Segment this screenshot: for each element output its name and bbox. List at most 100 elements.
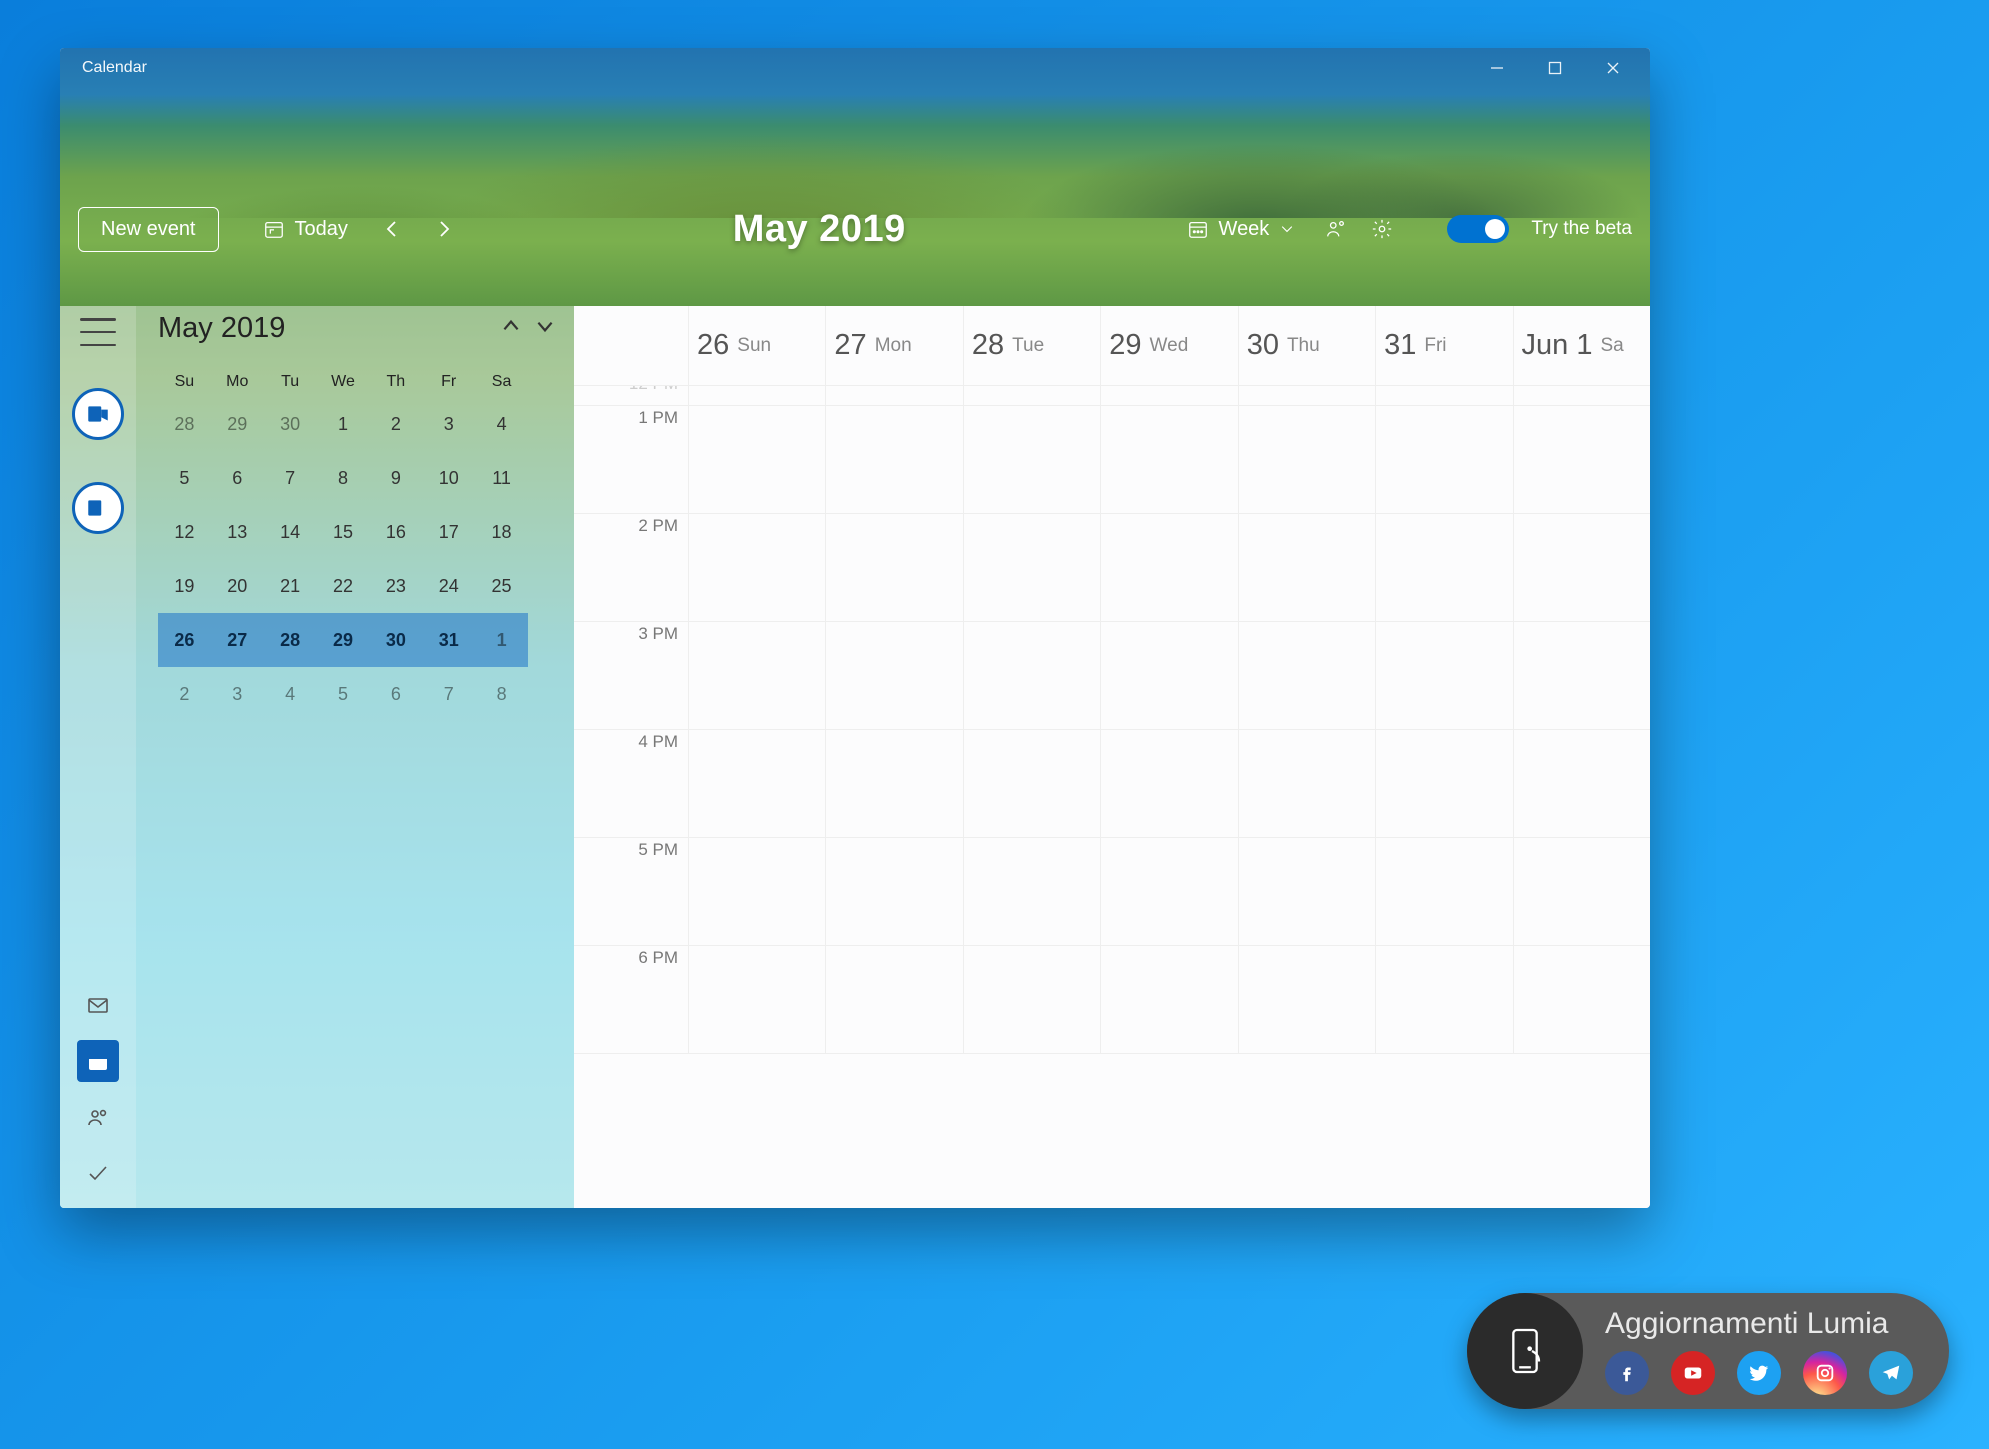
time-cell[interactable] [1100, 514, 1237, 621]
time-cell[interactable] [825, 514, 962, 621]
mini-cal-day[interactable]: 7 [264, 451, 317, 505]
next-button[interactable] [422, 207, 466, 251]
new-event-button[interactable]: New event [78, 207, 219, 252]
calendar-nav[interactable] [77, 1040, 119, 1082]
mini-cal-day[interactable]: 30 [264, 397, 317, 451]
mini-cal-day[interactable]: 5 [158, 451, 211, 505]
mini-cal-day[interactable]: 5 [317, 667, 370, 721]
mini-cal-day[interactable]: 31 [422, 613, 475, 667]
account-outlook[interactable] [72, 388, 124, 440]
mini-cal-day[interactable]: 6 [369, 667, 422, 721]
time-cell[interactable] [963, 514, 1100, 621]
today-button[interactable]: Today [249, 210, 362, 249]
time-cell[interactable] [1238, 514, 1375, 621]
mini-cal-day[interactable]: 29 [317, 613, 370, 667]
day-header[interactable]: 26Sun [688, 306, 825, 385]
mini-cal-day[interactable]: 23 [369, 559, 422, 613]
mini-cal-day[interactable]: 11 [475, 451, 528, 505]
time-cell[interactable] [1513, 838, 1650, 945]
mini-cal-day[interactable]: 19 [158, 559, 211, 613]
time-cell[interactable] [1238, 406, 1375, 513]
account-exchange[interactable]: E [72, 482, 124, 534]
mini-cal-day[interactable]: 12 [158, 505, 211, 559]
mini-cal-day[interactable]: 28 [264, 613, 317, 667]
time-cell[interactable] [1100, 946, 1237, 1053]
mini-cal-day[interactable]: 8 [475, 667, 528, 721]
mini-cal-day[interactable]: 25 [475, 559, 528, 613]
mini-cal-day[interactable]: 18 [475, 505, 528, 559]
share-button[interactable] [1317, 210, 1355, 248]
prev-button[interactable] [370, 207, 414, 251]
mini-cal-day[interactable]: 4 [475, 397, 528, 451]
view-selector[interactable]: Week [1173, 210, 1310, 249]
mini-cal-day[interactable]: 17 [422, 505, 475, 559]
mini-cal-day[interactable]: 8 [317, 451, 370, 505]
time-cell[interactable] [688, 838, 825, 945]
time-cell[interactable] [1375, 406, 1512, 513]
time-cell[interactable] [1513, 622, 1650, 729]
mini-cal-day[interactable]: 15 [317, 505, 370, 559]
people-nav[interactable] [77, 1096, 119, 1138]
day-header[interactable]: 27Mon [825, 306, 962, 385]
time-cell[interactable] [963, 838, 1100, 945]
mini-cal-day[interactable]: 2 [369, 397, 422, 451]
time-cell[interactable] [1375, 386, 1512, 405]
time-cell[interactable] [963, 622, 1100, 729]
time-cell[interactable] [825, 730, 962, 837]
mini-cal-day[interactable]: 30 [369, 613, 422, 667]
time-cell[interactable] [1513, 386, 1650, 405]
time-cell[interactable] [1100, 622, 1237, 729]
time-cell[interactable] [963, 946, 1100, 1053]
time-cell[interactable] [688, 946, 825, 1053]
minimize-button[interactable] [1468, 48, 1526, 88]
mini-cal-day[interactable]: 14 [264, 505, 317, 559]
time-cell[interactable] [963, 386, 1100, 405]
time-cell[interactable] [963, 730, 1100, 837]
time-cell[interactable] [1375, 730, 1512, 837]
mini-cal-day[interactable]: 7 [422, 667, 475, 721]
mini-cal-day[interactable]: 1 [475, 613, 528, 667]
close-button[interactable] [1584, 48, 1642, 88]
time-cell[interactable] [1238, 946, 1375, 1053]
mini-cal-day[interactable]: 24 [422, 559, 475, 613]
time-cell[interactable] [1375, 622, 1512, 729]
mini-cal-day[interactable]: 6 [211, 451, 264, 505]
time-cell[interactable] [825, 946, 962, 1053]
mini-cal-day[interactable]: 27 [211, 613, 264, 667]
mini-cal-day[interactable]: 13 [211, 505, 264, 559]
mini-cal-day[interactable]: 20 [211, 559, 264, 613]
day-header[interactable]: 28Tue [963, 306, 1100, 385]
facebook-icon[interactable] [1605, 1351, 1649, 1395]
youtube-icon[interactable] [1671, 1351, 1715, 1395]
time-cell[interactable] [1513, 946, 1650, 1053]
maximize-button[interactable] [1526, 48, 1584, 88]
time-cell[interactable] [825, 386, 962, 405]
time-cell[interactable] [688, 622, 825, 729]
settings-button[interactable] [1363, 210, 1401, 248]
time-cell[interactable] [1238, 730, 1375, 837]
beta-toggle[interactable] [1447, 215, 1509, 243]
time-grid[interactable]: 12 PM1 PM2 PM3 PM4 PM5 PM6 PM [574, 386, 1650, 1208]
mini-cal-next[interactable] [534, 315, 556, 342]
time-cell[interactable] [1375, 946, 1512, 1053]
mini-cal-day[interactable]: 3 [422, 397, 475, 451]
todo-nav[interactable] [77, 1152, 119, 1194]
mini-cal-day[interactable]: 26 [158, 613, 211, 667]
telegram-icon[interactable] [1869, 1351, 1913, 1395]
day-header[interactable]: 31Fri [1375, 306, 1512, 385]
time-cell[interactable] [1375, 514, 1512, 621]
time-cell[interactable] [1513, 514, 1650, 621]
day-header[interactable]: 29Wed [1100, 306, 1237, 385]
day-header[interactable]: 30Thu [1238, 306, 1375, 385]
time-cell[interactable] [1238, 386, 1375, 405]
mini-cal-day[interactable]: 3 [211, 667, 264, 721]
mini-cal-day[interactable]: 28 [158, 397, 211, 451]
mini-cal-day[interactable]: 4 [264, 667, 317, 721]
hamburger-button[interactable] [80, 318, 116, 346]
mini-cal-prev[interactable] [500, 315, 522, 342]
time-cell[interactable] [1100, 730, 1237, 837]
instagram-icon[interactable] [1803, 1351, 1847, 1395]
time-cell[interactable] [1238, 838, 1375, 945]
time-cell[interactable] [688, 730, 825, 837]
time-cell[interactable] [1100, 406, 1237, 513]
